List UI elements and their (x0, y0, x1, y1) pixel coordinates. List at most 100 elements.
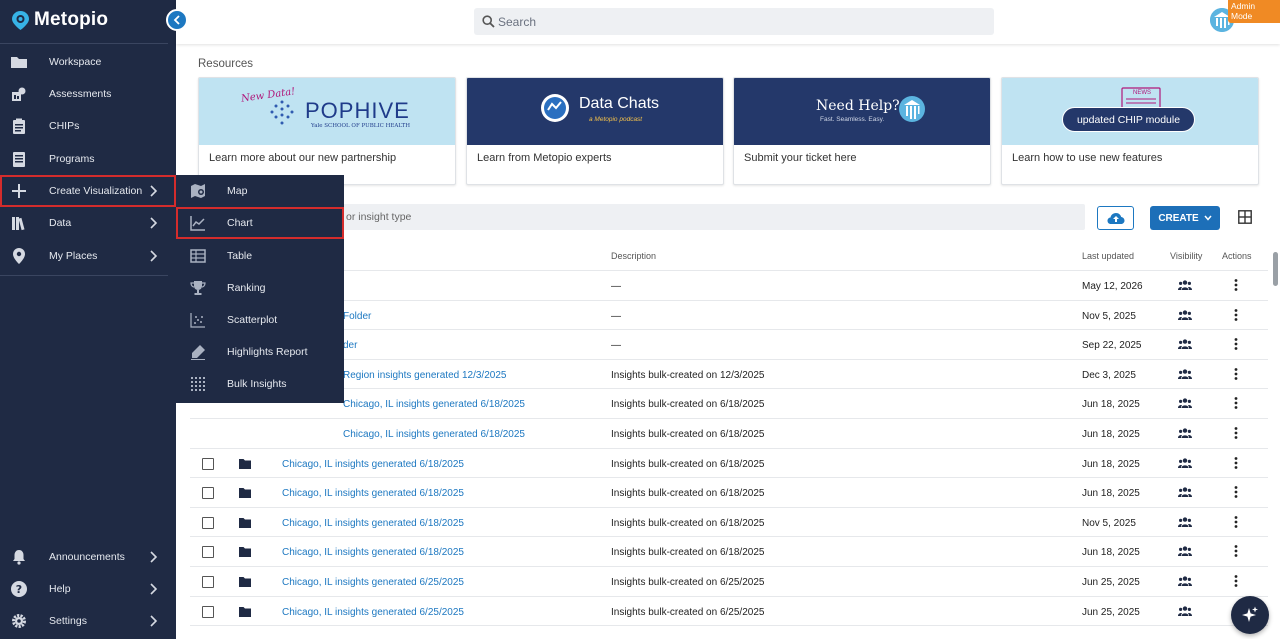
row-name-link[interactable]: Chicago, IL insights generated 6/18/2025 (282, 459, 464, 470)
more-actions-icon[interactable] (1234, 279, 1238, 291)
sidebar-item-label: Workspace (49, 56, 102, 68)
row-last-updated: Jun 18, 2025 (1082, 547, 1140, 559)
resource-card-pophive[interactable]: New Data! POPHIVE Yale SCHOOL OF PUBLIC … (198, 77, 456, 185)
card-caption: Learn how to use new features (1012, 152, 1163, 164)
more-actions-icon[interactable] (1234, 456, 1238, 469)
sidebar-item-programs[interactable]: Programs (0, 143, 176, 175)
table-row[interactable]: Chicago, IL insights generated 6/18/2025… (190, 508, 1268, 538)
menu-item-highlights-report[interactable]: Highlights Report (176, 336, 344, 368)
row-checkbox[interactable] (202, 487, 214, 500)
row-name-link[interactable]: Region insights generated 12/3/2025 (343, 370, 506, 381)
menu-item-map[interactable]: Map (176, 175, 344, 207)
row-name-link[interactable]: Chicago, IL insights generated 6/18/2025 (343, 429, 525, 440)
table-row[interactable]: Chicago, IL insights generated 6/18/2025… (190, 389, 1268, 419)
ai-assistant-button[interactable] (1231, 596, 1269, 634)
resource-card-chip-module[interactable]: NEWS updated CHIP module Learn how to us… (1001, 77, 1259, 185)
menu-item-table[interactable]: Table (176, 240, 344, 272)
sidebar-item-my-places[interactable]: My Places (0, 240, 176, 272)
more-actions-icon[interactable] (1234, 427, 1238, 439)
sidebar-item-workspace[interactable]: Workspace (0, 46, 176, 78)
resources-title: Resources (198, 58, 253, 70)
chip-module-pill: updated CHIP module (1062, 107, 1195, 132)
more-actions-icon[interactable] (1234, 575, 1238, 587)
sidebar-item-create-visualization[interactable]: Create Visualization (0, 175, 176, 207)
more-actions-icon[interactable] (1234, 545, 1238, 558)
more-actions-icon[interactable] (1234, 308, 1238, 321)
grid-view-icon[interactable] (1238, 210, 1252, 224)
sidebar-item-assessments[interactable]: Assessments (0, 78, 176, 110)
scrollbar-thumb[interactable] (1273, 252, 1278, 286)
menu-item-label: Highlights Report (227, 346, 308, 358)
sidebar-item-label: Data (49, 217, 72, 229)
row-checkbox[interactable] (202, 516, 214, 529)
sidebar-item-label: Programs (49, 153, 95, 165)
row-description: Insights bulk-created on 6/18/2025 (611, 547, 765, 559)
row-checkbox[interactable] (202, 457, 214, 470)
row-name-link[interactable]: Chicago, IL insights generated 6/25/2025 (282, 607, 464, 618)
more-actions-icon[interactable] (1234, 367, 1238, 380)
create-button[interactable]: CREATE (1150, 206, 1220, 230)
row-description: — (611, 281, 621, 292)
menu-item-bulk-insights[interactable]: Bulk Insights (176, 368, 344, 400)
column-header-description[interactable]: Description (611, 251, 656, 261)
pophive-subtitle: Yale SCHOOL OF PUBLIC HEALTH (311, 123, 411, 129)
table-row[interactable]: Chicago, IL insights generated 6/18/2025… (190, 449, 1268, 479)
menu-item-label: Table (227, 250, 253, 262)
row-checkbox[interactable] (202, 576, 214, 588)
top-bar: Search Admin Mode (176, 0, 1280, 44)
search-input[interactable]: Search (474, 8, 994, 35)
table-row[interactable]: Region insights generated 12/3/2025 Insig… (190, 360, 1268, 390)
grid-dots-icon (191, 377, 205, 391)
row-checkbox[interactable] (202, 546, 214, 559)
table-row[interactable]: Chicago, IL insights generated 6/25/2025… (190, 567, 1268, 597)
more-actions-icon[interactable] (1234, 338, 1238, 351)
row-name-link[interactable]: Chicago, IL insights generated 6/18/2025 (282, 547, 464, 558)
assessment-icon (12, 87, 26, 101)
collapse-sidebar-button[interactable] (166, 9, 188, 31)
row-description: — (611, 310, 621, 322)
table-row[interactable]: Chicago, IL insights generated 6/25/2025… (190, 597, 1268, 627)
chip-module-banner: NEWS updated CHIP module (1002, 78, 1258, 145)
table-row[interactable]: Chicago, IL insights generated 6/18/2025… (190, 419, 1268, 449)
podcast-globe-icon (541, 94, 569, 122)
row-name-link[interactable]: Chicago, IL insights generated 6/18/2025 (282, 518, 464, 529)
row-name-link[interactable]: Folder (343, 311, 371, 322)
chip-module-title: updated CHIP module (1076, 113, 1181, 126)
row-name-link[interactable]: Chicago, IL insights generated 6/18/2025 (343, 399, 525, 410)
filter-input[interactable]: or insight type (321, 204, 1085, 230)
more-actions-icon[interactable] (1234, 515, 1238, 528)
row-name-link[interactable]: Chicago, IL insights generated 6/18/2025 (282, 488, 464, 499)
row-checkbox[interactable] (202, 605, 214, 618)
row-name-link[interactable]: Chicago, IL insights generated 6/25/2025 (282, 577, 464, 588)
column-header-last-updated[interactable]: Last updated (1082, 251, 1134, 261)
table-row[interactable]: Chicago, IL insights generated 6/18/2025… (190, 478, 1268, 508)
row-name-link[interactable]: der (343, 340, 357, 351)
row-description: Insights bulk-created on 6/25/2025 (611, 577, 765, 588)
row-description: Insights bulk-created on 6/18/2025 (611, 399, 765, 411)
sidebar-item-chips[interactable]: CHIPs (0, 110, 176, 142)
sidebar-item-settings[interactable]: Settings (0, 605, 176, 637)
resource-card-data-chats[interactable]: Data Chats a Metopio podcast Learn from … (466, 77, 724, 185)
table-row[interactable]: Folder — Nov 5, 2025 (190, 301, 1268, 331)
sidebar-item-label: Help (49, 583, 71, 595)
sidebar-item-help[interactable]: ? Help (0, 573, 176, 605)
more-actions-icon[interactable] (1234, 397, 1238, 410)
plus-icon (12, 184, 26, 198)
menu-item-chart[interactable]: Chart (176, 207, 344, 239)
sidebar-item-announcements[interactable]: Announcements (0, 541, 176, 573)
resource-card-need-help[interactable]: Need Help? Fast. Seamless. Easy. Submit … (733, 77, 991, 185)
table-row[interactable]: Chicago, IL insights generated 6/18/2025… (190, 537, 1268, 567)
menu-item-ranking[interactable]: Ranking (176, 272, 344, 304)
scrollbar-track[interactable] (1272, 240, 1280, 639)
sidebar-item-data[interactable]: Data (0, 207, 176, 239)
metopio-logo[interactable]: Metopio (12, 9, 108, 31)
menu-item-scatterplot[interactable]: Scatterplot (176, 304, 344, 336)
row-last-updated: May 12, 2026 (1082, 281, 1143, 292)
more-actions-icon[interactable] (1234, 486, 1238, 499)
table-row[interactable]: der — Sep 22, 2025 (190, 330, 1268, 360)
upload-button[interactable] (1097, 206, 1134, 230)
table-row[interactable]: — May 12, 2026 (190, 271, 1268, 301)
row-last-updated: Jun 18, 2025 (1082, 399, 1140, 411)
need-help-banner: Need Help? Fast. Seamless. Easy. (734, 78, 990, 145)
scatterplot-icon (190, 313, 205, 328)
